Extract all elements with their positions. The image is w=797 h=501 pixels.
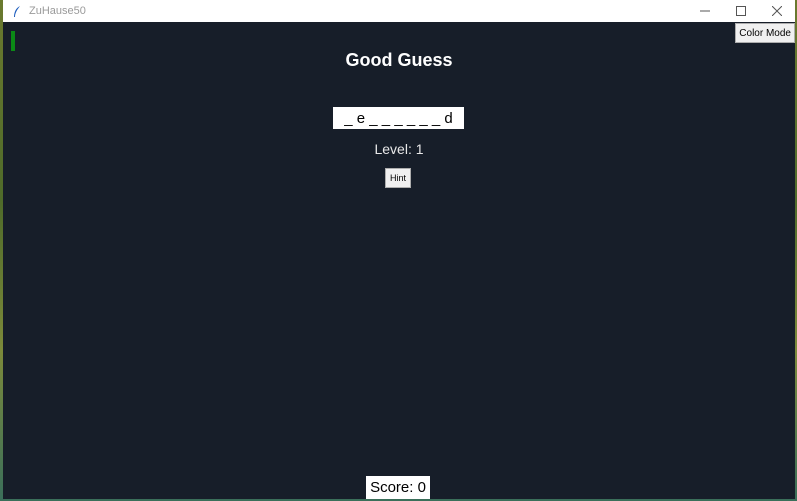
- score-label: Score: 0: [366, 476, 430, 499]
- maximize-button[interactable]: [723, 0, 759, 22]
- close-icon: [772, 6, 782, 16]
- feather-icon: [11, 4, 23, 18]
- title-bar[interactable]: ZuHause50: [3, 0, 795, 22]
- game-heading: Good Guess: [345, 50, 453, 70]
- window-controls: [687, 0, 795, 22]
- hint-button[interactable]: Hint: [385, 168, 411, 188]
- progress-indicator: [11, 31, 15, 51]
- level-label: Level: 1: [374, 141, 424, 157]
- color-mode-button[interactable]: Color Mode: [735, 23, 795, 43]
- masked-word: _ e _ _ _ _ _ _ d: [333, 107, 464, 129]
- minimize-button[interactable]: [687, 0, 723, 22]
- minimize-icon: [700, 10, 710, 12]
- game-window: ZuHause50 Color Mode Good Guess _ e _ _ …: [3, 0, 795, 499]
- window-title: ZuHause50: [29, 5, 86, 17]
- close-button[interactable]: [759, 0, 795, 22]
- maximize-icon: [736, 6, 746, 16]
